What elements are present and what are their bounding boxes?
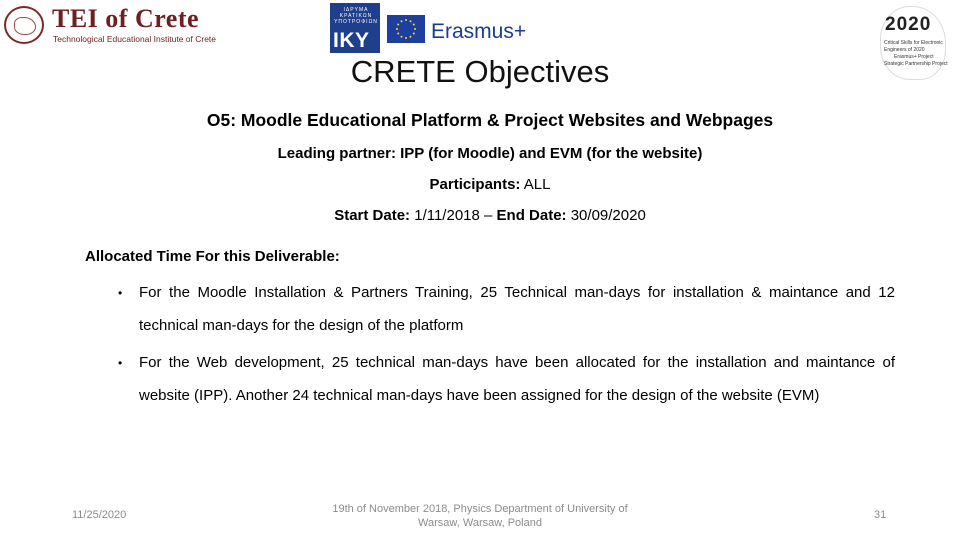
tei-logo-subtitle: Technological Educational Institute of C…: [53, 34, 217, 44]
footer-event: 19th of November 2018, Physics Departmen…: [332, 503, 628, 529]
leading-partner: Leading partner: IPP (for Moodle) and EV…: [0, 145, 960, 162]
participants: Participants: ALL: [0, 176, 960, 193]
iky-logo-big-text: IKY: [333, 29, 370, 52]
end-date-label: End Date:: [496, 207, 567, 224]
slide-number: 31: [874, 509, 887, 521]
bullet-icon: •: [118, 356, 123, 370]
start-date-value: 1/11/2018 –: [410, 207, 497, 224]
objective-heading: O5: Moodle Educational Platform & Projec…: [206, 110, 774, 130]
project-logo-line: Critical Skills for Electronic: [884, 40, 943, 46]
participants-value: ALL: [520, 176, 551, 193]
bullet-item: For the Moodle Installation & Partners T…: [139, 284, 895, 334]
slide-title: CRETE Objectives: [350, 54, 610, 89]
allocated-time-heading: Allocated Time For this Deliverable:: [85, 248, 340, 265]
end-date-value: 30/09/2020: [566, 207, 646, 224]
iky-logo-small-text: ΙΔΡΥΜΑ ΚΡΑΤΙΚΩΝ ΥΠΟΤΡΟΦΙΩΝ: [334, 7, 378, 25]
erasmus-plus-logo-text: Erasmus+: [431, 20, 527, 43]
participants-label: Participants:: [429, 176, 521, 193]
project-logo-number: 2020: [885, 14, 932, 35]
bullet-item: For the Web development, 25 technical ma…: [139, 354, 895, 404]
leading-partner-text: Leading partner: IPP (for Moodle) and EV…: [277, 145, 703, 162]
start-date-label: Start Date:: [334, 207, 411, 224]
project-dates: Start Date: 1/11/2018 – End Date: 30/09/…: [0, 207, 960, 224]
tei-logo-title: TEI of Crete: [52, 4, 200, 33]
eu-flag-icon: [387, 15, 425, 43]
tei-seal-icon: [4, 6, 44, 44]
tei-crete-logo: TEI of Crete Technological Educational I…: [2, 2, 216, 46]
project-logo-line: Engineers of 2020: [884, 47, 925, 53]
footer-date: 11/25/2020: [72, 509, 127, 521]
bullet-icon: •: [118, 286, 123, 300]
iky-logo: ΙΔΡΥΜΑ ΚΡΑΤΙΚΩΝ ΥΠΟΤΡΟΦΙΩΝ IKY: [330, 3, 380, 53]
